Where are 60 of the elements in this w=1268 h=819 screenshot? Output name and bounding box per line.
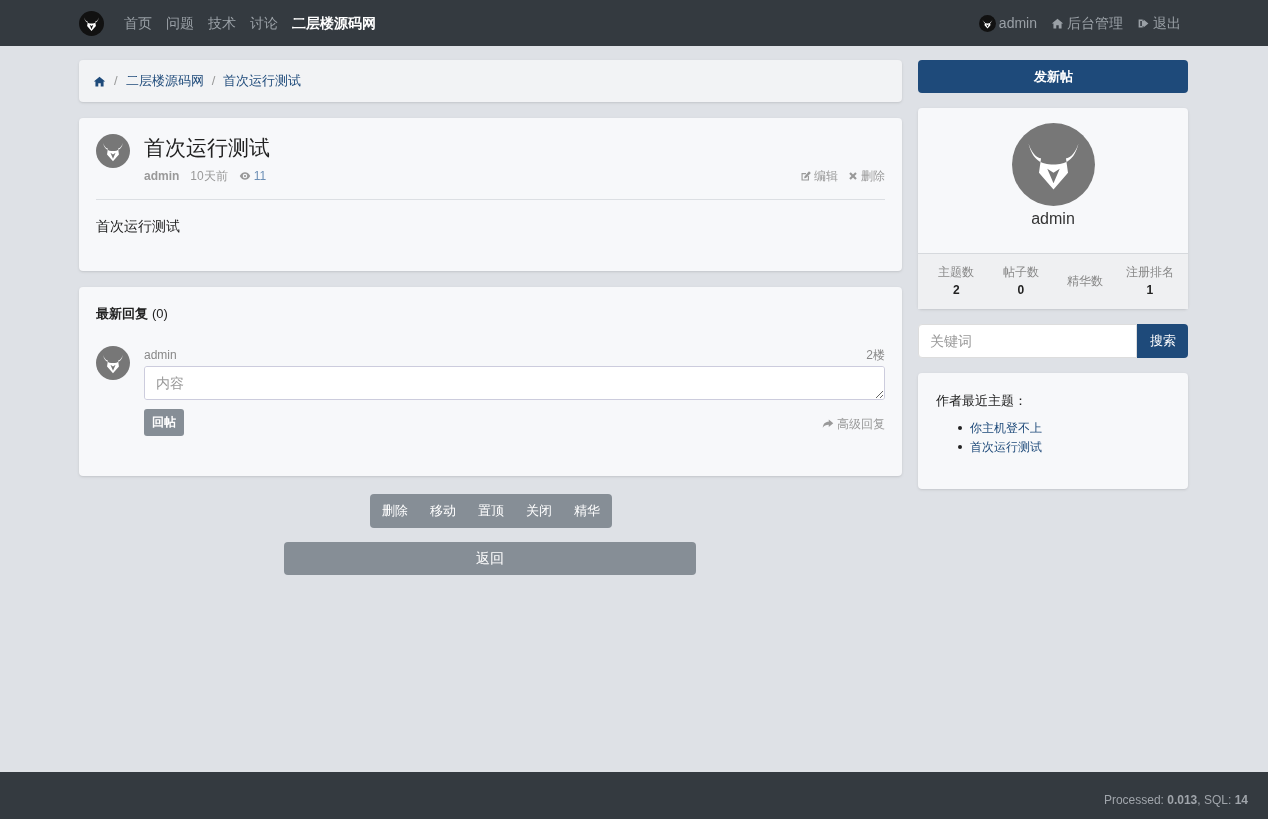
stat-label: 主题数 [938, 264, 975, 281]
user-name: admin [144, 346, 177, 364]
author-name: admin [144, 168, 180, 185]
stat-label: 注册排名 [1125, 264, 1174, 281]
footer-stats: Processed: 0.013, SQL: 14 [1103, 792, 1248, 809]
reply-count: (0) [152, 305, 168, 323]
breadcrumb-link[interactable]: 首次运行测试 [223, 71, 302, 91]
post-body: 首次运行测试 [96, 217, 181, 236]
new-post-button[interactable]: 发新帖 [918, 60, 1188, 93]
stat-label: 精华数 [1067, 273, 1104, 290]
moderation-button[interactable]: 关闭 [514, 493, 563, 528]
bullet-icon [958, 426, 962, 430]
back-button[interactable]: 返回 [284, 541, 696, 575]
post-time: 10天前 [190, 168, 228, 185]
eye-icon [238, 170, 251, 182]
delete-link[interactable]: 删除 [847, 167, 885, 185]
stat-value: 2 [952, 282, 960, 299]
bullet-icon [958, 445, 962, 449]
user-avatar [96, 345, 130, 380]
topic-link[interactable]: 首次运行测试 [970, 437, 1042, 457]
nav-link[interactable]: 问题 [166, 12, 194, 34]
recent-topics-title: 作者最近主题： [936, 392, 1028, 410]
home-icon[interactable] [93, 74, 106, 88]
breadcrumb-link[interactable]: 二层楼源码网 [125, 71, 204, 91]
sign-out-icon [1137, 16, 1150, 30]
reply-button[interactable]: 回帖 [144, 408, 184, 436]
advanced-reply-link[interactable]: 高级回复 [822, 414, 885, 433]
search-button[interactable]: 搜索 [1137, 324, 1188, 358]
reply-input[interactable]: 内容 [144, 365, 885, 400]
stat-label: 帖子数 [1002, 264, 1039, 281]
nav-link[interactable]: 后台管理 [1051, 12, 1123, 34]
moderation-button[interactable]: 置顶 [466, 493, 515, 528]
nav-link[interactable]: 二层楼源码网 [292, 12, 376, 34]
nav-link[interactable]: 技术 [208, 12, 236, 34]
breadcrumb-separator: / [114, 72, 118, 91]
moderation-button[interactable]: 删除 [370, 493, 419, 528]
nav-link[interactable]: 首页 [124, 12, 152, 34]
section-title: 最新回复 [96, 305, 148, 323]
stat-value: 0 [1017, 282, 1025, 299]
profile-name: admin [1031, 209, 1075, 229]
view-count: 11 [253, 168, 267, 185]
nav-link[interactable]: 讨论 [250, 12, 278, 34]
moderation-button[interactable]: 精华 [562, 493, 611, 528]
user-menu-link[interactable]: admin [978, 12, 1037, 34]
topic-link[interactable]: 你主机登不上 [970, 418, 1042, 438]
breadcrumb-separator: / [211, 72, 216, 91]
close-icon [847, 170, 859, 182]
avatar-icon [978, 14, 996, 32]
nav-link[interactable]: 退出 [1137, 12, 1181, 34]
edit-icon [800, 170, 812, 182]
search-field[interactable]: 关键词 [918, 324, 1137, 358]
home-icon [1051, 16, 1064, 30]
post-title: 首次运行测试 [144, 135, 271, 161]
author-avatar [96, 134, 130, 168]
moderation-button[interactable]: 移动 [418, 493, 467, 528]
share-arrow-icon [822, 417, 834, 430]
floor-number: 2楼 [866, 346, 885, 364]
edit-link[interactable]: 编辑 [800, 167, 838, 185]
stat-value: 1 [1146, 282, 1154, 299]
site-logo [79, 10, 104, 36]
